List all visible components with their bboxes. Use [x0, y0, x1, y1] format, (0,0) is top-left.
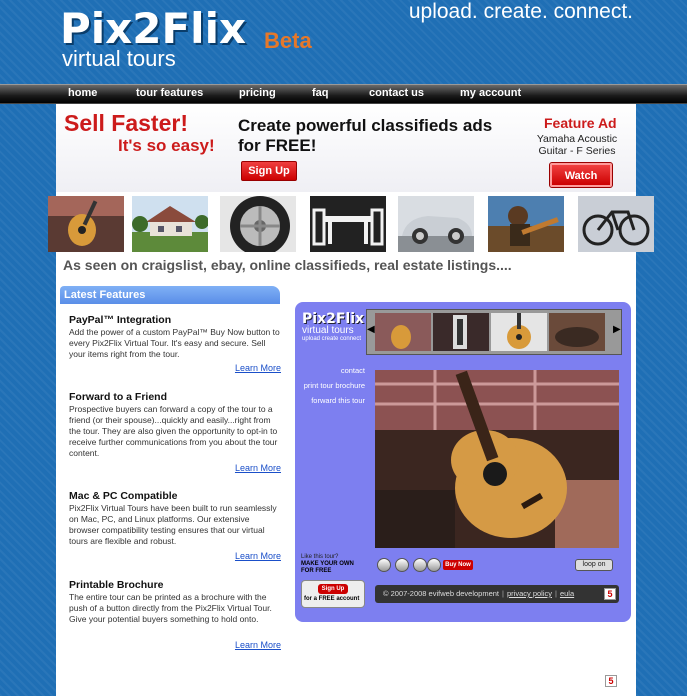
tagline: upload. create. connect. — [408, 0, 633, 23]
thumb-guitarist-photo — [488, 196, 564, 252]
promo-signup-box: Sign Up for a FREE account — [301, 580, 365, 608]
nav-tour-features[interactable]: tour features — [136, 87, 203, 99]
feature-brochure: Printable Brochure The entire tour can b… — [69, 579, 281, 651]
thumb-guitar-photo — [48, 196, 124, 252]
feature-title: Printable Brochure — [69, 579, 164, 591]
thumb-table-photo — [310, 196, 386, 252]
previous-icon[interactable] — [413, 558, 427, 572]
loop-toggle[interactable]: loop on — [575, 559, 613, 571]
promo-question: Like this tour? — [301, 554, 339, 560]
learn-more-link[interactable]: Learn More — [235, 363, 281, 373]
privacy-policy-link[interactable]: privacy policy — [507, 589, 552, 598]
header: Pix2Flix Beta virtual tours upload. crea… — [0, 0, 687, 84]
feature-title: PayPal™ Integration — [69, 314, 172, 326]
player-promo: Like this tour? MAKE YOUR OWN FOR FREE — [301, 554, 367, 575]
player-thumb-2[interactable] — [433, 313, 489, 351]
feature-title: Mac & PC Compatible — [69, 490, 178, 502]
next-icon[interactable] — [427, 558, 441, 572]
photo-strip — [48, 192, 654, 256]
player-logo-tagline: upload create connect — [302, 336, 362, 342]
player-thumb-1[interactable] — [375, 313, 431, 351]
feature-text: Pix2Flix Virtual Tours have been built t… — [69, 503, 277, 546]
promo-offer: MAKE YOUR OWN FOR FREE — [301, 561, 354, 574]
player-thumb-3[interactable] — [491, 313, 547, 351]
promo-signup-button[interactable]: Sign Up — [318, 584, 348, 594]
play-icon[interactable] — [377, 558, 391, 572]
signup-button[interactable]: Sign Up — [241, 161, 297, 181]
buy-now-button[interactable]: Buy Now — [443, 560, 473, 570]
player-thumbnail-strip: ◀ ▶ — [366, 309, 622, 355]
nav-home[interactable]: home — [68, 87, 97, 99]
promo-free-account: for a FREE account — [304, 596, 360, 602]
feature-ad-title: Feature Ad — [544, 115, 617, 131]
learn-more-link[interactable]: Learn More — [235, 640, 281, 650]
feature-ad-item: Yamaha Acoustic Guitar - F Series — [536, 133, 618, 157]
thumb-car-photo — [398, 196, 474, 252]
nav-pricing[interactable]: pricing — [239, 87, 276, 99]
nav-contact-us[interactable]: contact us — [369, 87, 424, 99]
create-ads-heading: Create powerful classifieds ads — [238, 116, 493, 135]
nav-my-account[interactable]: my account — [460, 87, 521, 99]
logo-subtitle: virtual tours — [62, 46, 176, 71]
player-thumb-4[interactable] — [549, 313, 605, 351]
main-guitar-photo — [375, 370, 619, 548]
latest-features-heading: Latest Features — [60, 286, 280, 304]
stop-icon[interactable] — [395, 558, 409, 572]
player-link-forward-tour[interactable]: forward this tour — [295, 396, 365, 405]
player-controls: Buy Now loop on — [375, 558, 619, 574]
seen-on-text: As seen on craigslist, ebay, online clas… — [63, 257, 512, 273]
watch-button[interactable]: Watch — [549, 162, 613, 188]
copyright-text: © 2007-2008 evifweb development — [383, 589, 500, 598]
eula-link[interactable]: eula — [560, 589, 574, 598]
promo-banner: Sell Faster! It's so easy! Create powerf… — [56, 104, 636, 192]
five-logo-icon: 5 — [604, 588, 616, 600]
feature-text: Add the power of a custom PayPal™ Buy No… — [69, 327, 280, 359]
beta-label: Beta — [264, 28, 312, 53]
feature-mac-pc: Mac & PC Compatible Pix2Flix Virtual Tou… — [69, 490, 281, 562]
thumb-tire-photo — [220, 196, 296, 252]
player-logo: Pix2Flix virtual tours upload create con… — [302, 311, 364, 342]
learn-more-link[interactable]: Learn More — [235, 463, 281, 473]
nav-faq[interactable]: faq — [312, 87, 329, 99]
main-nav: home tour features pricing faq contact u… — [0, 84, 687, 104]
so-easy-heading: It's so easy! — [118, 136, 215, 155]
chevron-right-icon[interactable]: ▶ — [613, 324, 621, 335]
chevron-left-icon[interactable]: ◀ — [367, 324, 375, 335]
content-area: Sell Faster! It's so easy! Create powerf… — [48, 104, 654, 696]
sell-faster-heading: Sell Faster! — [64, 110, 188, 136]
for-free-heading: for FREE! — [238, 136, 317, 155]
player-link-print-brochure[interactable]: print tour brochure — [295, 381, 365, 390]
player-links: contact print tour brochure forward this… — [295, 366, 365, 411]
page-five-logo-icon: 5 — [605, 675, 617, 687]
learn-more-link[interactable]: Learn More — [235, 551, 281, 561]
feature-text: The entire tour can be printed as a broc… — [69, 592, 272, 624]
feature-title: Forward to a Friend — [69, 391, 168, 403]
thumb-house-photo — [132, 196, 208, 252]
player-copyright-bar: © 2007-2008 evifweb development | privacy … — [375, 585, 619, 603]
feature-paypal: PayPal™ Integration Add the power of a c… — [69, 314, 281, 374]
thumb-bicycle-photo — [578, 196, 654, 252]
player-link-contact[interactable]: contact — [295, 366, 365, 375]
feature-text: Prospective buyers can forward a copy of… — [69, 404, 278, 458]
tour-player: Pix2Flix virtual tours upload create con… — [295, 302, 631, 622]
feature-forward-friend: Forward to a Friend Prospective buyers c… — [69, 391, 281, 475]
